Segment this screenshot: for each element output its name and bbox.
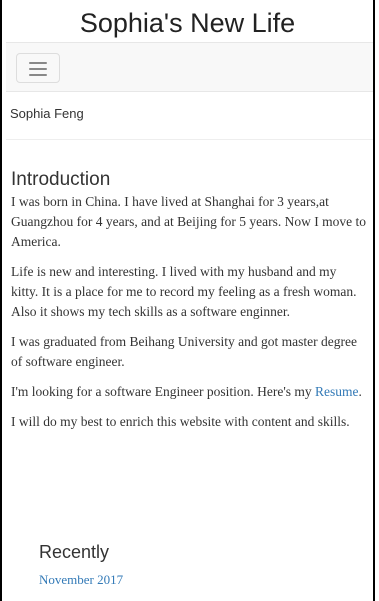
archive-link-november-2017[interactable]: November 2017	[39, 572, 123, 588]
intro-paragraph-4: I'm looking for a software Engineer posi…	[11, 382, 367, 402]
intro-paragraph-4-suffix: .	[358, 384, 362, 399]
site-title: Sophia's New Life	[79, 8, 296, 38]
recently-heading: Recently	[39, 542, 110, 562]
author-name: Sophia Feng	[10, 106, 84, 121]
intro-section: Introduction I was born in China. I have…	[11, 168, 367, 442]
intro-paragraph-1: I was born in China. I have lived at Sha…	[11, 194, 367, 249]
intro-paragraph-2: Life is new and interesting. I lived wit…	[11, 264, 357, 319]
intro-paragraph-3: I was graduated from Beihang University …	[11, 334, 358, 369]
recently-section: Recently November 2017	[39, 540, 123, 588]
divider	[6, 139, 373, 140]
page-frame: Sophia's New Life Sophia Feng Introducti…	[0, 0, 375, 601]
intro-heading: Introduction	[11, 169, 111, 190]
navbar-toggle-button[interactable]	[16, 53, 60, 83]
navbar	[6, 42, 373, 92]
intro-paragraph-4-text: I'm looking for a software Engineer posi…	[11, 384, 316, 399]
resume-link[interactable]: Resume	[315, 384, 359, 399]
intro-paragraph-5: I will do my best to enrich this website…	[11, 414, 350, 429]
